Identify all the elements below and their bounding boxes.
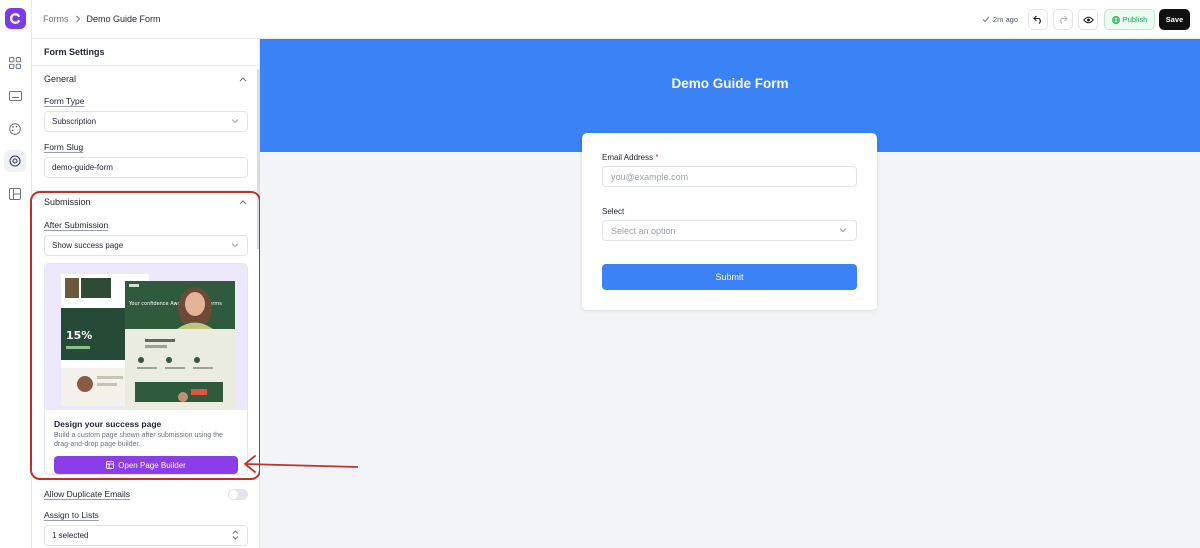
email-input[interactable]: you@example.com: [602, 166, 857, 187]
saved-status: 2m ago: [982, 15, 1018, 24]
preview-button[interactable]: [1078, 9, 1098, 30]
globe-icon: [1111, 15, 1120, 24]
open-page-builder-button[interactable]: Open Page Builder: [54, 456, 238, 474]
chevron-updown-icon: [232, 530, 239, 540]
email-placeholder: you@example.com: [611, 171, 689, 182]
form-card: Email Address * you@example.com Select S…: [582, 133, 877, 310]
select-label: Select: [602, 207, 625, 216]
assign-to-lists-label: Assign to Lists: [44, 510, 99, 520]
undo-button[interactable]: [1028, 9, 1048, 30]
redo-icon: [1060, 15, 1068, 24]
breadcrumb-forms-link[interactable]: Forms: [43, 14, 69, 24]
rail-settings-button[interactable]: [4, 150, 26, 172]
chevron-down-icon: [231, 243, 239, 248]
preview-stat: 15%: [66, 329, 92, 342]
check-icon: [982, 16, 990, 23]
logo-icon: [10, 13, 20, 24]
allow-duplicate-emails-toggle[interactable]: [228, 489, 248, 500]
form-slug-input[interactable]: demo-guide-form: [44, 157, 248, 178]
form-slug-label: Form Slug: [44, 142, 84, 152]
keyboard-icon: [8, 91, 22, 101]
success-page-preview-image: 15% Your confidence Awaights with Forms: [45, 264, 247, 410]
form-type-label: Form Type: [44, 96, 85, 106]
settings-icon: [9, 155, 21, 167]
allow-duplicate-emails-label: Allow Duplicate Emails: [44, 489, 130, 499]
assign-to-lists-value: 1 selected: [52, 531, 89, 540]
eye-icon: [1082, 16, 1094, 23]
after-submission-value: Show success page: [52, 241, 124, 250]
select-dropdown[interactable]: Select an option: [602, 220, 857, 241]
save-button[interactable]: Save: [1159, 9, 1190, 30]
rail-fields-button[interactable]: [4, 85, 26, 107]
rail-layout-button[interactable]: [4, 183, 26, 205]
chevron-up-icon[interactable]: [239, 76, 247, 82]
after-submission-select[interactable]: Show success page: [44, 235, 248, 256]
form-type-value: Subscription: [52, 117, 97, 126]
divider: [32, 65, 259, 66]
after-submission-label: After Submission: [44, 220, 109, 230]
form-settings-panel: Form Settings General Form Type Subscrip…: [32, 39, 260, 548]
form-hero-title[interactable]: Demo Guide Form: [260, 76, 1200, 91]
success-page-card-title: Design your success page: [54, 419, 162, 429]
select-placeholder: Select an option: [611, 225, 676, 236]
form-preview-canvas: Demo Guide Form Email Address * you@exam…: [260, 39, 1200, 548]
form-slug-value: demo-guide-form: [52, 163, 113, 172]
success-page-card: 15% Your confidence Awaights with Forms: [44, 263, 248, 475]
toggle-knob: [229, 490, 238, 499]
section-submission-title[interactable]: Submission: [44, 197, 91, 207]
publish-label: Publish: [1122, 15, 1148, 24]
app-logo[interactable]: [5, 8, 26, 29]
section-general-title[interactable]: General: [44, 74, 76, 84]
email-address-label-text: Email Address: [602, 153, 654, 162]
annotation-arrow-icon: [244, 455, 359, 473]
chevron-right-icon: [75, 15, 80, 23]
publish-button[interactable]: Publish: [1104, 9, 1155, 30]
layout-icon: [9, 188, 21, 200]
breadcrumb-current: Demo Guide Form: [86, 14, 161, 24]
chevron-down-icon: [839, 228, 847, 233]
left-rail: [0, 0, 32, 548]
panel-title: Form Settings: [44, 47, 105, 57]
chevron-down-icon: [231, 119, 239, 124]
layout-icon: [106, 461, 115, 469]
preview-illustration: 15% Your confidence Awaights with Forms: [61, 274, 235, 409]
grid-icon: [9, 57, 21, 69]
form-type-select[interactable]: Subscription: [44, 111, 248, 132]
open-page-builder-label: Open Page Builder: [118, 460, 186, 470]
required-marker: *: [655, 153, 659, 162]
rail-dashboard-button[interactable]: [4, 52, 26, 74]
assign-to-lists-select[interactable]: 1 selected: [44, 525, 248, 546]
rail-design-button[interactable]: [4, 118, 26, 140]
redo-button[interactable]: [1053, 9, 1073, 30]
palette-icon: [9, 123, 21, 135]
saved-status-text: 2m ago: [993, 15, 1019, 24]
success-page-card-description: Build a custom page shown after submissi…: [54, 432, 223, 448]
chevron-up-icon[interactable]: [239, 199, 247, 205]
divider: [32, 190, 259, 191]
breadcrumb: Forms Demo Guide Form: [43, 14, 161, 24]
top-bar: Forms Demo Guide Form 2m ago Publish Sav…: [32, 0, 1200, 39]
submit-button[interactable]: Submit: [602, 264, 857, 290]
undo-icon: [1033, 15, 1041, 24]
email-address-label: Email Address *: [602, 153, 659, 162]
